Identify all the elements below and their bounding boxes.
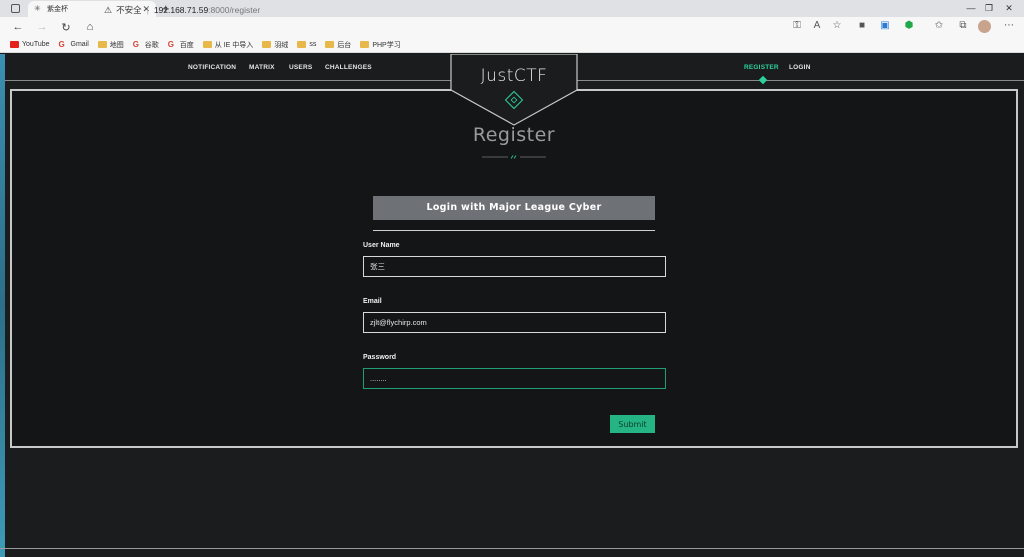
shield-icon[interactable]: ⬢ xyxy=(902,20,916,31)
favorite-star-icon[interactable]: ☆ xyxy=(830,20,844,31)
bookmark-label: 地图 xyxy=(109,41,124,49)
bookmark-item[interactable]: PHP学习 xyxy=(360,40,401,50)
bookmark-label: 百度 xyxy=(179,41,194,49)
logo-text[interactable]: JustCTF xyxy=(450,66,578,86)
password-input[interactable] xyxy=(363,368,666,389)
warning-icon: ⚠ xyxy=(104,4,113,15)
nav-challenges[interactable]: CHALLENGES xyxy=(325,64,372,71)
nav-divider-right xyxy=(577,80,1024,81)
password-label: Password xyxy=(363,354,397,361)
folder-icon xyxy=(97,41,107,48)
bookmark-label: 羽绒 xyxy=(274,41,289,49)
desktop-strip xyxy=(0,54,5,557)
nav-users[interactable]: USERS xyxy=(289,64,312,71)
site-icon: G xyxy=(132,40,140,49)
read-aloud-icon[interactable]: A xyxy=(810,20,824,31)
key-icon[interactable]: ⚿ xyxy=(790,20,804,31)
site-favicon-icon: ✳ xyxy=(34,4,41,13)
youtube-icon xyxy=(10,41,19,48)
title-ornament xyxy=(482,155,546,159)
page: NOTIFICATION MATRIX USERS CHALLENGES REG… xyxy=(0,54,1024,557)
folder-icon xyxy=(297,41,307,48)
bookmark-label: 从 IE 中导入 xyxy=(214,41,254,49)
site-icon: G xyxy=(167,40,175,49)
bookmark-item[interactable]: 从 IE 中导入 xyxy=(202,40,254,50)
folder-icon xyxy=(202,41,212,48)
bookmark-item[interactable]: 地图 xyxy=(97,40,124,50)
bookmark-label: 后台 xyxy=(337,41,352,49)
bookmark-label: YouTube xyxy=(22,41,50,48)
login-with-mlc-button[interactable]: Login with Major League Cyber xyxy=(373,196,655,220)
bookmark-item[interactable]: G Gmail xyxy=(58,40,89,49)
logo-badge xyxy=(450,54,578,126)
folder-icon xyxy=(325,41,335,48)
bookmark-item[interactable]: YouTube xyxy=(10,41,50,48)
bookmark-item[interactable]: G 谷歌 xyxy=(133,40,159,50)
page-title: Register xyxy=(472,124,556,146)
nav-login[interactable]: LOGIN xyxy=(789,64,811,71)
url-path: :8000/register xyxy=(208,5,261,15)
collections-icon[interactable]: ⧉ xyxy=(956,20,970,31)
bookmark-item[interactable]: 羽绒 xyxy=(262,40,288,50)
bookmark-item[interactable]: G 百度 xyxy=(168,40,194,50)
extension-icon[interactable]: ■ xyxy=(855,20,869,31)
address-bar-row: ← → ↻ ⌂ xyxy=(0,17,1024,37)
username-input[interactable] xyxy=(363,256,666,277)
nav-matrix[interactable]: MATRIX xyxy=(249,64,275,71)
bookmark-label: ss xyxy=(309,41,317,48)
home-icon[interactable]: ⌂ xyxy=(78,21,102,33)
url-separator: | xyxy=(146,5,149,15)
extension-icon-2[interactable]: ▣ xyxy=(878,20,892,31)
bookmark-label: Gmail xyxy=(70,41,89,48)
reload-icon[interactable]: ↻ xyxy=(54,21,78,34)
bookmark-label: 谷歌 xyxy=(144,41,159,49)
nav-notification[interactable]: NOTIFICATION xyxy=(188,64,236,71)
active-indicator xyxy=(758,75,768,85)
favorites-icon[interactable]: ✩ xyxy=(932,20,946,31)
bookmarks-bar: YouTube G Gmail 地图 G 谷歌 G 百度 从 IE 中导入 羽绒 ss 后台 PHP学习 xyxy=(0,37,1024,53)
bookmark-item[interactable]: 后台 xyxy=(325,40,351,50)
folder-icon xyxy=(360,41,370,48)
avatar[interactable] xyxy=(978,20,991,33)
site-icon: G xyxy=(58,40,65,49)
email-input[interactable] xyxy=(363,312,666,333)
folder-icon xyxy=(262,41,272,48)
url-field[interactable]: ⚠ 不安全 | 192.168.71.59 :8000/register xyxy=(104,2,844,18)
form-divider xyxy=(373,230,655,231)
close-window-button[interactable]: ✕ xyxy=(994,0,1024,17)
bookmark-item[interactable]: ss xyxy=(297,41,316,48)
forward-arrow-icon[interactable]: → xyxy=(30,21,54,33)
email-label: Email xyxy=(363,298,382,305)
url-host: 192.168.71.59 xyxy=(153,5,209,15)
bookmark-label: PHP学习 xyxy=(372,41,401,49)
submit-button[interactable]: Submit xyxy=(610,415,655,433)
security-label: 不安全 xyxy=(116,5,142,15)
nav-divider-left xyxy=(5,80,452,81)
taskbar-edge xyxy=(0,548,1024,549)
more-menu-icon[interactable]: ⋯ xyxy=(1002,20,1016,31)
tab-actions-icon[interactable] xyxy=(11,4,20,13)
username-label: User Name xyxy=(363,242,400,249)
nav-register[interactable]: REGISTER xyxy=(744,64,779,71)
back-arrow-icon[interactable]: ← xyxy=(6,21,30,33)
